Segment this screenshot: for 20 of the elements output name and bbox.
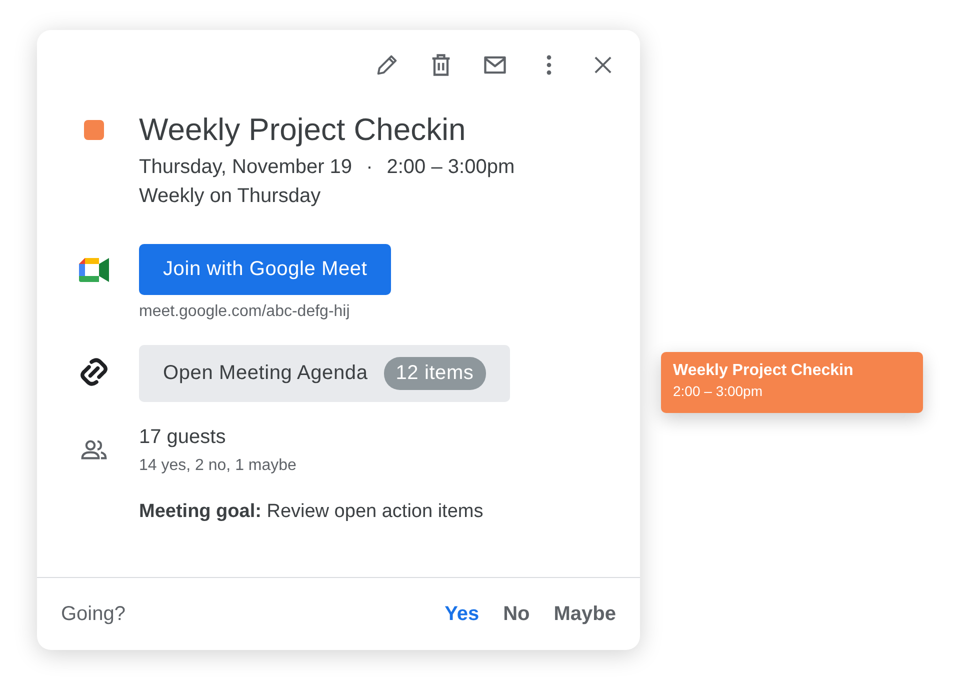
meeting-link[interactable]: meet.google.com/abc-defg-hij (139, 303, 392, 321)
meeting-description: Meeting goal: Review open action items (139, 501, 484, 523)
rsvp-prompt: Going? (61, 602, 126, 626)
event-date: Thursday, November 19 (139, 156, 352, 179)
item-count-pill: 12 items (384, 357, 486, 390)
join-meeting-button[interactable]: Join with Google Meet (139, 244, 392, 295)
guest-summary: 14 yes, 2 no, 1 maybe (139, 457, 298, 475)
rsvp-option[interactable]: Yes (444, 602, 480, 626)
event-time: 2:00 – 3:00pm (386, 156, 515, 179)
rsvp-option[interactable]: No (503, 602, 530, 626)
recurrence-text: Weekly on Thursday (139, 185, 322, 208)
guest-count: 17 guests (139, 426, 227, 449)
separator-dot: · (366, 156, 373, 179)
rsvp-option[interactable]: Maybe (554, 602, 616, 626)
link-icon (79, 357, 109, 387)
chip-time: 2:00 – 3:00pm (673, 383, 763, 399)
video-call-icon (79, 258, 109, 282)
chip-title: Weekly Project Checkin (673, 362, 854, 380)
event-title: Weekly Project Checkin (139, 111, 467, 149)
agenda-button[interactable]: Open Meeting Agenda 12 items (139, 345, 510, 402)
